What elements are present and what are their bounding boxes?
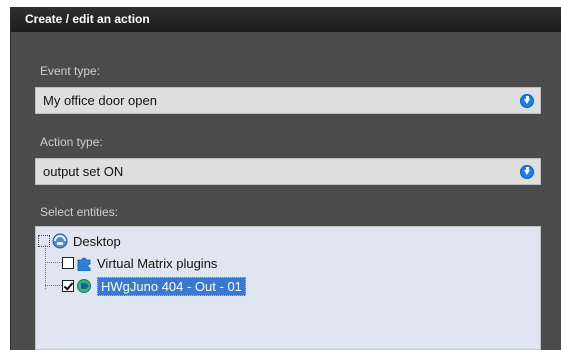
entities-tree[interactable]: Desktop Virtual Matrix plugins HWgJuno 4…: [35, 226, 541, 350]
tree-item-virtual-matrix-plugins[interactable]: Virtual Matrix plugins: [62, 254, 217, 272]
checkbox-desktop[interactable]: [38, 235, 50, 247]
create-edit-action-dialog: Create / edit an action Event type: My o…: [10, 7, 561, 350]
action-type-label: Action type:: [40, 135, 103, 149]
dropdown-arrow-icon[interactable]: [520, 94, 534, 108]
action-type-value: output set ON: [43, 164, 124, 179]
tree-item-label: Desktop: [73, 233, 121, 249]
dropdown-arrow-icon[interactable]: [520, 165, 534, 179]
desktop-globe-icon: [52, 233, 68, 249]
checkbox-hwgjuno-output[interactable]: [62, 280, 74, 292]
output-device-icon: [77, 279, 91, 293]
tree-item-label: HWgJuno 404 - Out - 01: [97, 276, 246, 296]
event-type-label: Event type:: [40, 64, 101, 78]
tree-item-desktop[interactable]: Desktop: [38, 232, 121, 250]
dialog-title: Create / edit an action: [11, 7, 561, 32]
tree-connector: [45, 285, 62, 286]
tree-item-label: Virtual Matrix plugins: [97, 255, 218, 271]
tree-connector: [45, 262, 62, 263]
puzzle-plugin-icon: [77, 257, 91, 271]
checkbox-virtual-matrix-plugins[interactable]: [62, 257, 74, 269]
select-entities-label: Select entities:: [40, 205, 119, 219]
event-type-value: My office door open: [43, 93, 157, 108]
action-type-select[interactable]: output set ON: [35, 158, 541, 185]
tree-item-hwgjuno-output[interactable]: HWgJuno 404 - Out - 01: [62, 276, 246, 296]
event-type-select[interactable]: My office door open: [35, 87, 541, 114]
tree-connector: [45, 245, 46, 289]
